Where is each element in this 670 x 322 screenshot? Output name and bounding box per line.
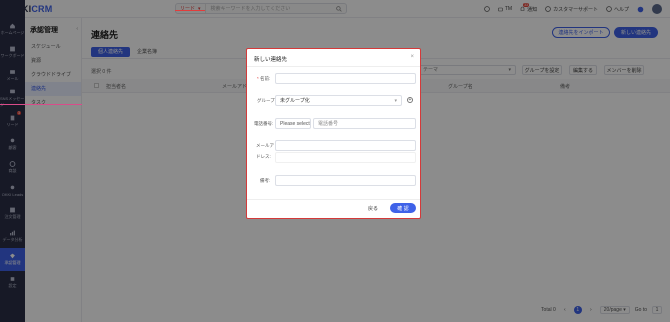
dialog-footer-divider [247,199,420,200]
phone-label: 電話番号: [254,121,274,126]
chevron-down-icon: ▾ [394,98,397,104]
memo-input[interactable] [275,175,416,186]
add-group-icon[interactable]: + [407,97,413,103]
new-contact-dialog: 新しい連絡先 × * 名前: グループ: 未グループ化 ▾ + 電話番号: Ple… [246,48,421,219]
email-input[interactable] [275,140,416,151]
annotation-mark [175,10,205,11]
back-button[interactable]: 戻る [362,203,384,213]
annotation-mark [0,104,82,105]
group-select[interactable]: 未グループ化 ▾ [275,95,402,106]
name-label: * 名前: [257,76,271,81]
dialog-divider [247,66,420,67]
close-icon[interactable]: × [410,54,414,60]
phone-input[interactable]: 電話番号 [313,118,416,129]
email-input-extra[interactable] [275,152,416,163]
country-code-select[interactable]: Please select [275,118,311,129]
email-label: メールア ドレス: [256,143,274,159]
dialog-title: 新しい連絡先 [254,57,288,63]
confirm-button[interactable]: 確 認 [390,203,416,213]
group-label: グループ: [257,98,276,103]
memo-label: 備考: [260,178,271,183]
name-input[interactable] [275,73,416,84]
